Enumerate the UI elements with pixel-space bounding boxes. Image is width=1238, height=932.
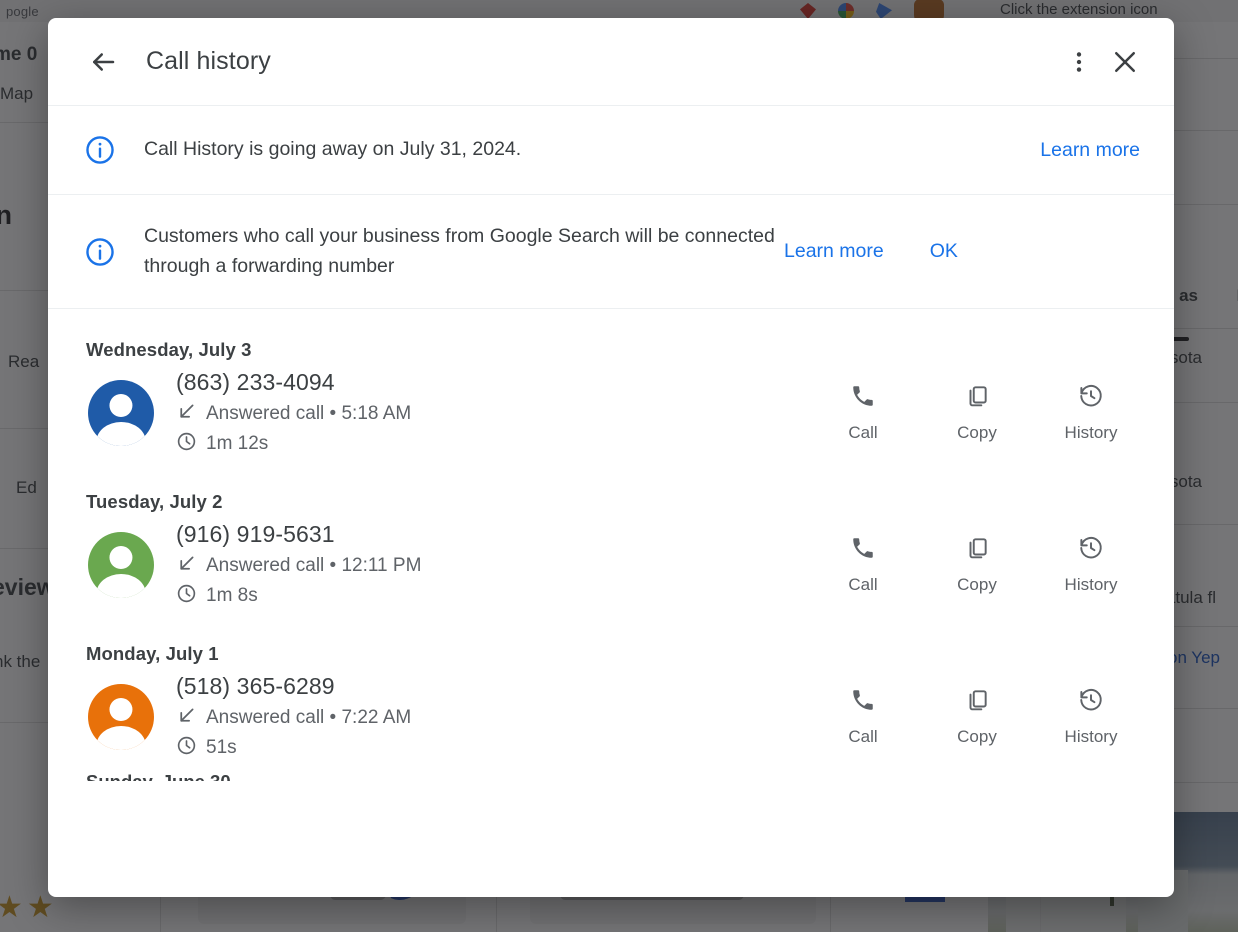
- copy-button-label: Copy: [957, 423, 997, 442]
- call-day-group: Monday, July 1 (518) 365-6289 Answered c…: [48, 613, 1174, 765]
- call-received-icon: [176, 553, 197, 580]
- call-duration-text: 51s: [206, 737, 237, 759]
- copy-button[interactable]: Copy: [948, 383, 1006, 443]
- call-status-text: Answered call • 7:22 AM: [206, 707, 412, 729]
- call-duration-text: 1m 12s: [206, 433, 269, 455]
- call-actions: Call Copy History: [834, 535, 1144, 595]
- restore-history-icon: [1078, 687, 1104, 718]
- copy-icon: [964, 535, 990, 566]
- close-icon[interactable]: [1102, 39, 1148, 85]
- copy-button[interactable]: Copy: [948, 535, 1006, 595]
- call-duration: 1m 8s: [176, 583, 834, 610]
- call-button[interactable]: Call: [834, 383, 892, 443]
- avatar: [88, 380, 154, 446]
- clock-icon: [176, 735, 197, 762]
- next-day-group-partial: Sunday, June 30: [48, 765, 1174, 781]
- banner-call-history-sunset: Call History is going away on July 31, 2…: [48, 106, 1174, 195]
- call-received-icon: [176, 401, 197, 428]
- call-duration-text: 1m 8s: [206, 585, 258, 607]
- phone-icon: [850, 535, 876, 566]
- restore-history-icon: [1078, 383, 1104, 414]
- call-actions: Call Copy History: [834, 687, 1144, 747]
- call-button[interactable]: Call: [834, 535, 892, 595]
- info-icon: [78, 134, 122, 166]
- call-day-group: Wednesday, July 3 (863) 233-4094 Answere…: [48, 309, 1174, 461]
- call-row[interactable]: (916) 919-5631 Answered call • 12:11 PM: [86, 517, 1144, 613]
- call-info: (518) 365-6289 Answered call • 7:22 AM 5…: [176, 672, 834, 761]
- learn-more-button[interactable]: Learn more: [784, 240, 884, 263]
- call-status-text: Answered call • 12:11 PM: [206, 555, 422, 577]
- call-status: Answered call • 7:22 AM: [176, 705, 834, 732]
- history-button-label: History: [1064, 423, 1118, 442]
- day-label: Sunday, June 30: [86, 771, 1136, 781]
- day-label: Wednesday, July 3: [86, 339, 252, 360]
- phone-icon: [850, 383, 876, 414]
- history-button[interactable]: History: [1062, 383, 1120, 443]
- restore-history-icon: [1078, 535, 1104, 566]
- call-actions: Call Copy History: [834, 383, 1144, 443]
- history-button-label: History: [1064, 727, 1118, 746]
- history-button[interactable]: History: [1062, 687, 1120, 747]
- info-icon: [78, 236, 122, 268]
- ok-button[interactable]: OK: [930, 240, 958, 263]
- call-received-icon: [176, 705, 197, 732]
- history-button-label: History: [1064, 575, 1118, 594]
- banner-actions: Learn more: [1040, 139, 1148, 162]
- call-status-text: Answered call • 5:18 AM: [206, 403, 412, 425]
- avatar: [88, 532, 154, 598]
- clock-icon: [176, 583, 197, 610]
- call-duration: 1m 12s: [176, 431, 834, 458]
- copy-button[interactable]: Copy: [948, 687, 1006, 747]
- call-row[interactable]: (518) 365-6289 Answered call • 7:22 AM 5…: [86, 669, 1144, 765]
- banner-forwarding-number: Customers who call your business from Go…: [48, 195, 1174, 309]
- call-button-label: Call: [848, 575, 878, 594]
- banner-text: Call History is going away on July 31, 2…: [144, 138, 522, 161]
- call-status: Answered call • 5:18 AM: [176, 401, 834, 428]
- phone-icon: [850, 687, 876, 718]
- call-button[interactable]: Call: [834, 687, 892, 747]
- banner-text: Customers who call your business from Go…: [144, 224, 775, 277]
- copy-icon: [964, 383, 990, 414]
- copy-button-label: Copy: [957, 727, 997, 746]
- call-history-list[interactable]: Wednesday, July 3 (863) 233-4094 Answere…: [48, 309, 1174, 897]
- call-button-label: Call: [848, 423, 878, 442]
- call-info: (916) 919-5631 Answered call • 12:11 PM: [176, 520, 834, 609]
- call-info: (863) 233-4094 Answered call • 5:18 AM 1…: [176, 368, 834, 457]
- learn-more-button[interactable]: Learn more: [1040, 139, 1140, 162]
- call-phone-number: (916) 919-5631: [176, 521, 335, 548]
- page-title: Call history: [146, 47, 271, 75]
- back-arrow-icon[interactable]: [80, 39, 126, 85]
- call-day-group: Tuesday, July 2 (916) 919-5631 Answered …: [48, 461, 1174, 613]
- call-history-dialog: Call history Call History is going away …: [48, 18, 1174, 897]
- copy-icon: [964, 687, 990, 718]
- call-row[interactable]: (863) 233-4094 Answered call • 5:18 AM 1…: [86, 365, 1144, 461]
- day-label: Monday, July 1: [86, 643, 219, 664]
- history-button[interactable]: History: [1062, 535, 1120, 595]
- dialog-header: Call history: [48, 18, 1174, 106]
- call-button-label: Call: [848, 727, 878, 746]
- avatar: [88, 684, 154, 750]
- call-duration: 51s: [176, 735, 834, 762]
- call-status: Answered call • 12:11 PM: [176, 553, 834, 580]
- more-vert-icon[interactable]: [1056, 39, 1102, 85]
- call-phone-number: (863) 233-4094: [176, 369, 335, 396]
- day-label: Tuesday, July 2: [86, 491, 223, 512]
- banner-actions: Learn more OK: [784, 240, 966, 263]
- call-phone-number: (518) 365-6289: [176, 673, 335, 700]
- copy-button-label: Copy: [957, 575, 997, 594]
- clock-icon: [176, 431, 197, 458]
